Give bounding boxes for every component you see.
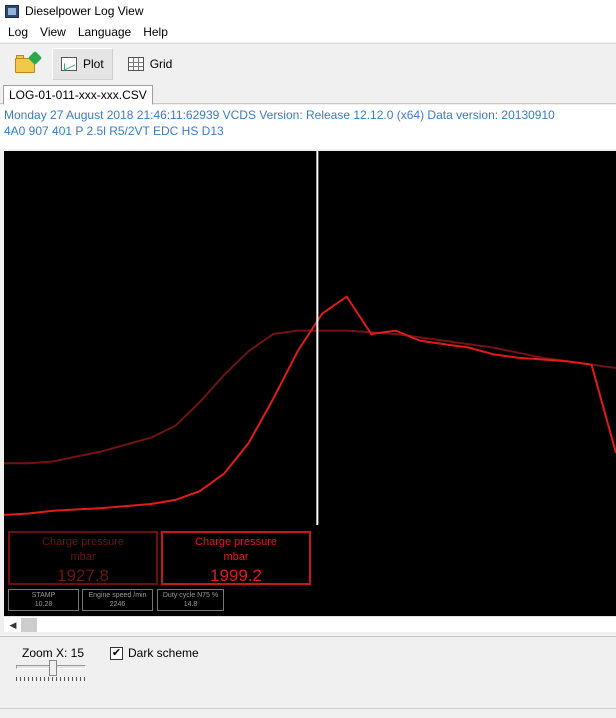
title-bar: Dieselpower Log View <box>0 0 616 22</box>
gauge-charge-pressure-dim: Charge pressure mbar 1927.8 <box>8 531 158 585</box>
small-gauge-stamp-label: STAMP <box>31 592 56 599</box>
log-info-line2: 4A0 907 401 P 2.5l R5/2VT EDC HS D13 <box>4 124 224 138</box>
series-line-bright <box>4 295 616 516</box>
gauge-dim-unit: mbar <box>70 551 96 563</box>
menu-help[interactable]: Help <box>137 25 174 39</box>
gauge-charge-pressure-bright: Charge pressure mbar 1999.2 <box>161 531 311 585</box>
gauge-dim-label: Charge pressure <box>42 536 124 548</box>
plot-icon <box>61 56 77 71</box>
file-tab-strip: LOG-01-011-xxx-xxx.CSV <box>0 84 616 105</box>
menu-log[interactable]: Log <box>2 25 34 39</box>
app-icon <box>5 4 19 18</box>
dark-scheme-label[interactable]: Dark scheme <box>128 646 199 660</box>
zoom-slider-ticks <box>16 677 86 681</box>
gauge-bright-value: 1999.2 <box>210 566 262 585</box>
gauge-bright-label: Charge pressure <box>195 536 277 548</box>
plot-button-label: Plot <box>83 56 104 71</box>
grid-button-label: Grid <box>149 56 173 71</box>
scroll-left-arrow-icon[interactable]: ◀ <box>5 617 21 633</box>
scroll-thumb[interactable] <box>21 618 37 632</box>
zoom-label: Zoom X: 15 <box>22 646 85 660</box>
menu-view[interactable]: View <box>34 25 72 39</box>
plot-button[interactable]: Plot <box>52 47 113 80</box>
small-gauge-engine-speed: Engine speed /min 2246 <box>82 589 153 611</box>
small-gauge-duty-label: Duty cycle N75 % <box>162 592 219 599</box>
dark-scheme-checkbox[interactable]: ✔ <box>110 647 123 660</box>
horizontal-scrollbar[interactable]: ◀ <box>4 616 616 632</box>
window-title: Dieselpower Log View <box>25 4 144 18</box>
small-gauge-duty-value: 14.8 <box>183 601 198 608</box>
grid-icon <box>127 56 144 71</box>
series-line-dim <box>4 329 616 465</box>
log-info: Monday 27 August 2018 21:46:11:62939 VCD… <box>0 105 616 149</box>
small-gauge-speed-value: 2246 <box>109 601 126 608</box>
small-gauge-speed-label: Engine speed /min <box>88 592 147 599</box>
tab-log-file[interactable]: LOG-01-011-xxx-xxx.CSV <box>3 85 153 105</box>
gauge-bright-unit: mbar <box>223 551 249 563</box>
grid-button[interactable]: Grid <box>119 48 182 80</box>
small-gauge-stamp-value: 10.28 <box>34 601 53 608</box>
plot-area[interactable]: Charge pressure mbar 1927.8 Charge press… <box>4 151 616 616</box>
open-log-button[interactable] <box>6 48 46 80</box>
zoom-slider-thumb[interactable] <box>49 660 57 676</box>
menu-language[interactable]: Language <box>72 25 137 39</box>
small-gauge-duty-cycle: Duty cycle N75 % 14.8 <box>157 589 224 611</box>
toolbar: Plot Grid <box>0 43 616 83</box>
menu-bar: Log View Language Help <box>0 22 616 42</box>
status-bar <box>0 708 616 718</box>
gauge-dim-value: 1927.8 <box>57 566 109 585</box>
bottom-panel: Zoom X: 15 ✔ Dark scheme <box>0 636 616 708</box>
small-gauge-stamp: STAMP 10.28 <box>8 589 79 611</box>
open-folder-icon <box>15 50 43 73</box>
log-info-line1: Monday 27 August 2018 21:46:11:62939 VCD… <box>4 108 555 122</box>
